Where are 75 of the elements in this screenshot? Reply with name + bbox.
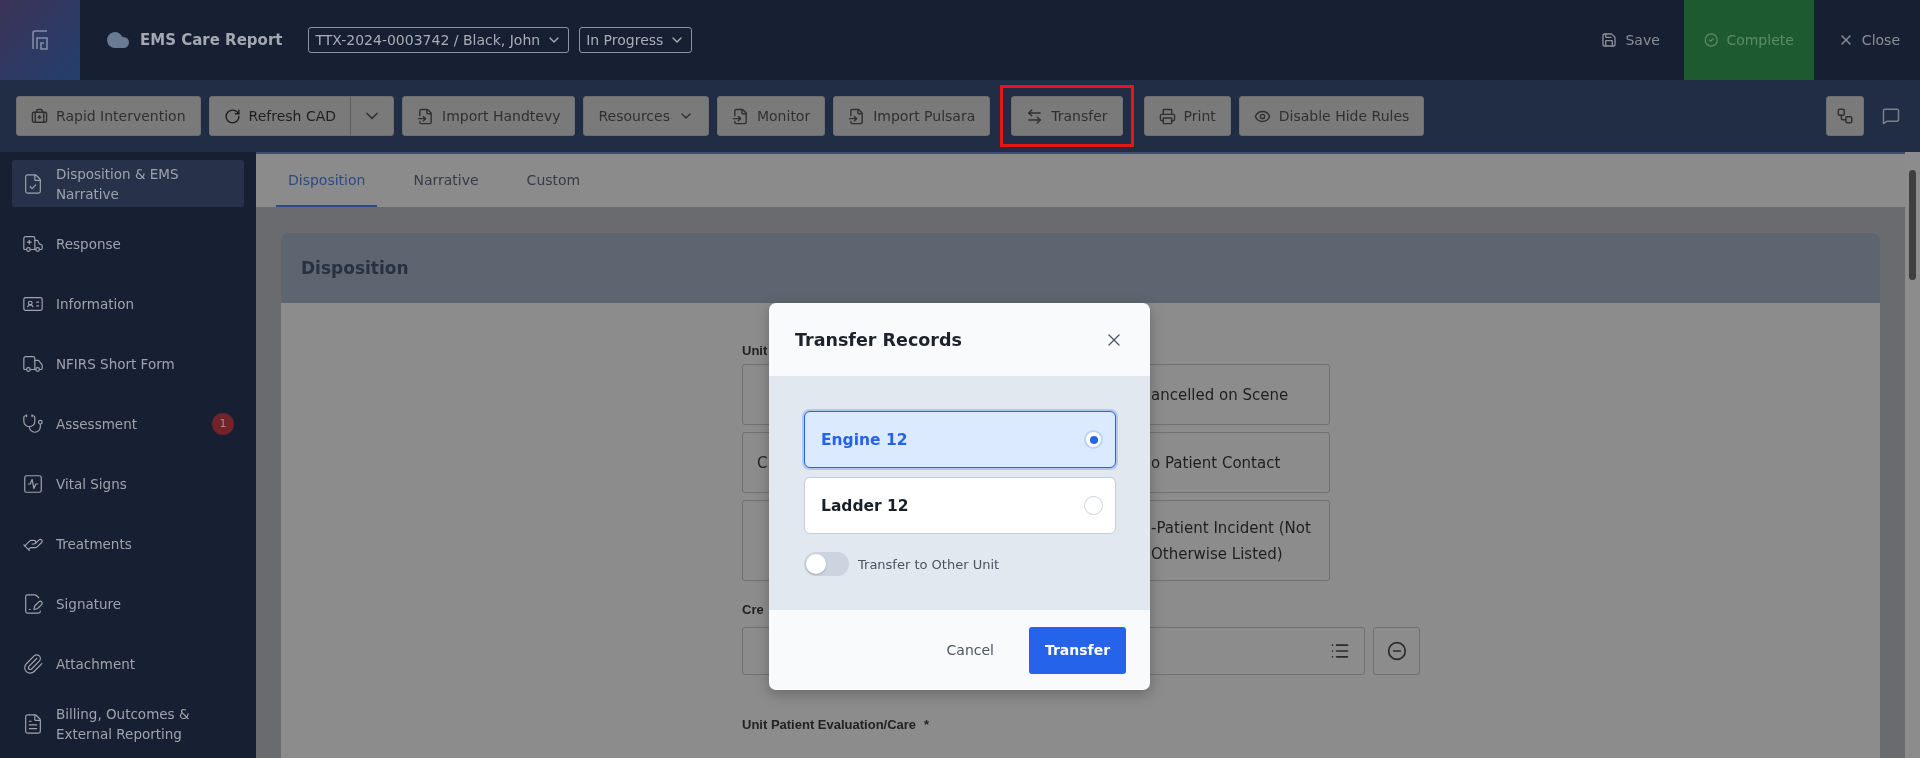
radio-button[interactable] — [1084, 496, 1103, 515]
stethoscope-icon — [22, 412, 44, 435]
status-select[interactable]: In Progress — [579, 27, 693, 53]
check-circle-icon — [1703, 32, 1719, 48]
medical-kit-icon — [31, 107, 48, 125]
field-label: Cre — [742, 602, 765, 617]
refresh-icon — [223, 107, 241, 125]
toolbar-button[interactable]: Disable Hide Rules — [1238, 96, 1425, 136]
sidebar-label: Disposition & EMS Narrative — [56, 164, 180, 204]
unit-option[interactable]: Engine 12 — [804, 411, 1116, 468]
remove-button[interactable] — [1373, 627, 1420, 675]
field-label: Unit — [742, 343, 769, 358]
sidebar-item[interactable]: Disposition & EMS Narrative — [12, 160, 244, 207]
toolbar-button[interactable]: Rapid Intervention — [16, 96, 201, 136]
minus-circle-icon — [1386, 641, 1407, 661]
sidebar-item[interactable]: Treatments — [12, 520, 244, 567]
sidebar-item[interactable]: Attachment — [12, 640, 244, 687]
sidebar-item[interactable]: Assessment 1 — [12, 400, 244, 447]
list-icon — [1330, 641, 1350, 661]
toolbar-button[interactable]: Transfer — [1011, 96, 1123, 136]
toggle-label: Transfer to Other Unit — [858, 556, 1000, 572]
document-icon — [22, 712, 44, 735]
pulse-icon — [22, 472, 44, 495]
unit-option[interactable]: Ladder 12 — [804, 477, 1116, 534]
sidebar-label: Treatments — [56, 534, 133, 554]
sidebar-label: Information — [56, 294, 136, 314]
sidebar-item[interactable]: NFIRS Short Form — [12, 340, 244, 387]
sidebar-item[interactable]: Information — [12, 280, 244, 327]
sidebar-item[interactable]: Billing, Outcomes & External Reporting — [12, 700, 244, 747]
file-import-icon — [417, 107, 434, 125]
sidebar-item[interactable]: Signature — [12, 580, 244, 627]
tab[interactable]: Narrative — [401, 154, 491, 207]
workflow-icon — [1836, 107, 1854, 125]
signed-document-icon — [22, 592, 44, 615]
toolbar-button[interactable]: Print — [1143, 96, 1231, 136]
sidebar-label: Signature — [56, 594, 123, 614]
close-button[interactable]: Close — [1817, 0, 1920, 80]
file-import-icon — [731, 107, 749, 125]
toolbar-button[interactable]: Monitor — [716, 96, 826, 136]
toolbar-button[interactable]: Import Pulsara — [833, 96, 991, 136]
transfer-button[interactable]: Transfer — [1029, 626, 1126, 674]
app-logo[interactable] — [0, 0, 80, 80]
printer-icon — [1158, 107, 1176, 125]
toolbar-button[interactable]: Import Handtevy — [402, 96, 576, 136]
tab[interactable]: Disposition — [276, 154, 378, 207]
file-import-icon — [848, 107, 866, 125]
refresh-split-button[interactable]: Refresh CAD — [208, 96, 394, 136]
swap-arrows-icon — [1026, 107, 1044, 125]
sidebar-label: Vital Signs — [56, 474, 128, 494]
save-button[interactable]: Save — [1581, 0, 1680, 80]
sidebar-item[interactable]: Vital Signs — [12, 460, 244, 507]
toolbar-button[interactable]: Resources — [583, 96, 709, 136]
count-badge: 1 — [212, 412, 234, 435]
sidebar-label: NFIRS Short Form — [56, 354, 176, 374]
save-icon — [1601, 32, 1618, 48]
toolbar-button[interactable]: Refresh CAD — [209, 97, 351, 135]
radio-button[interactable] — [1084, 430, 1103, 449]
record-select[interactable]: TTX-2024-0003742 / Black, John — [308, 27, 570, 53]
logo-icon — [29, 29, 51, 51]
document-check-icon — [22, 172, 44, 195]
dialog-title: Transfer Records — [795, 329, 962, 350]
speech-bubble-icon — [1882, 107, 1900, 125]
field-label: Unit Patient Evaluation/Care * — [742, 717, 931, 732]
workflow-button[interactable] — [1826, 96, 1864, 136]
cancel-button[interactable]: Cancel — [940, 641, 1000, 659]
sidebar-label: Billing, Outcomes & External Reporting — [56, 704, 191, 744]
sidebar-label: Response — [56, 234, 122, 254]
toggle-switch[interactable] — [804, 552, 849, 576]
tab[interactable]: Custom — [514, 154, 593, 207]
sidebar-label: Attachment — [56, 654, 137, 674]
sidebar-label: Assessment — [56, 414, 138, 434]
scrollbar[interactable] — [1905, 152, 1920, 758]
paperclip-icon — [22, 652, 44, 675]
sidebar-item[interactable]: Response — [12, 220, 244, 267]
app-title: EMS Care Report — [140, 31, 283, 49]
